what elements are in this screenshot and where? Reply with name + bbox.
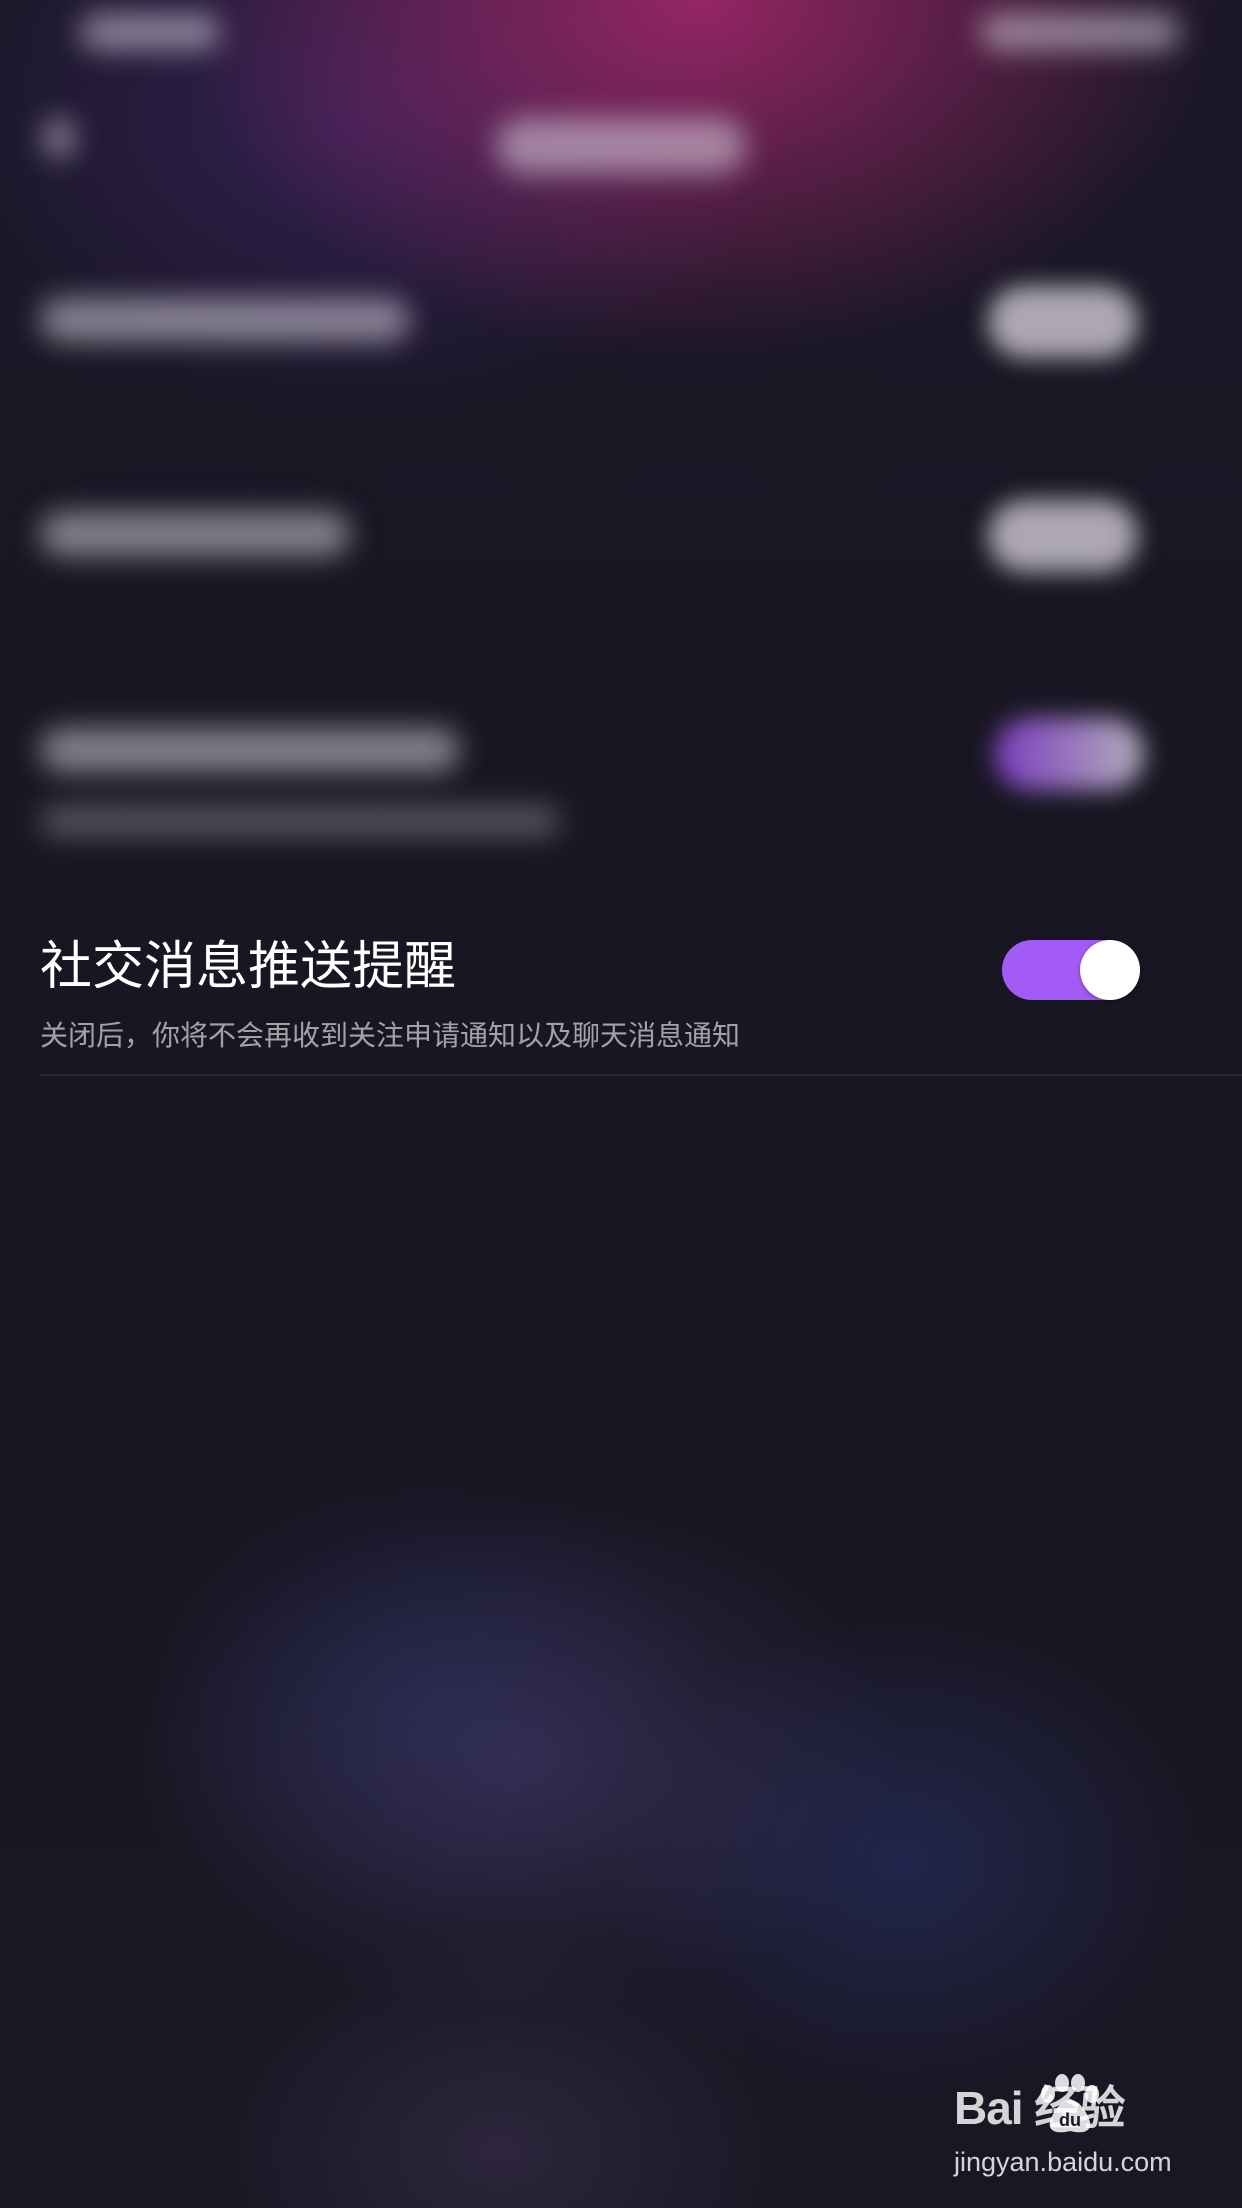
blurred-status-icons (980, 14, 1180, 50)
svg-text:du: du (1059, 2110, 1081, 2130)
social-notification-toggle[interactable] (1002, 940, 1140, 1000)
watermark-url: jingyan.baidu.com (954, 2147, 1172, 2177)
blurred-setting-label-1 (40, 298, 410, 342)
blurred-setting-label-2 (40, 512, 350, 556)
row-divider (40, 1074, 1242, 1076)
blurred-setting-toggle-2 (988, 500, 1138, 572)
blurred-setting-toggle-1 (988, 286, 1138, 358)
blurred-status-time (80, 14, 220, 50)
baidu-paw-icon: du (1041, 2074, 1099, 2133)
settings-screen: 社交消息推送提醒 关闭后，你将不会再收到关注申请通知以及聊天消息通知 Bai 经… (0, 0, 1242, 2208)
social-notification-row: 社交消息推送提醒 关闭后，你将不会再收到关注申请通知以及聊天消息通知 (0, 900, 1242, 1076)
blurred-setting-subtitle-3 (40, 806, 560, 836)
blurred-back-icon (44, 118, 74, 158)
social-notification-title: 社交消息推送提醒 (40, 937, 457, 997)
blurred-setting-label-3 (40, 728, 460, 772)
baidu-jingyan-watermark: Bai 经验 du jingyan.baidu.com (950, 2074, 1200, 2190)
toggle-knob (1080, 940, 1140, 1000)
blurred-setting-toggle-3 (994, 718, 1144, 790)
blurred-nav-title (496, 118, 746, 174)
social-notification-description: 关闭后，你将不会再收到关注申请通知以及聊天消息通知 (40, 1019, 741, 1052)
